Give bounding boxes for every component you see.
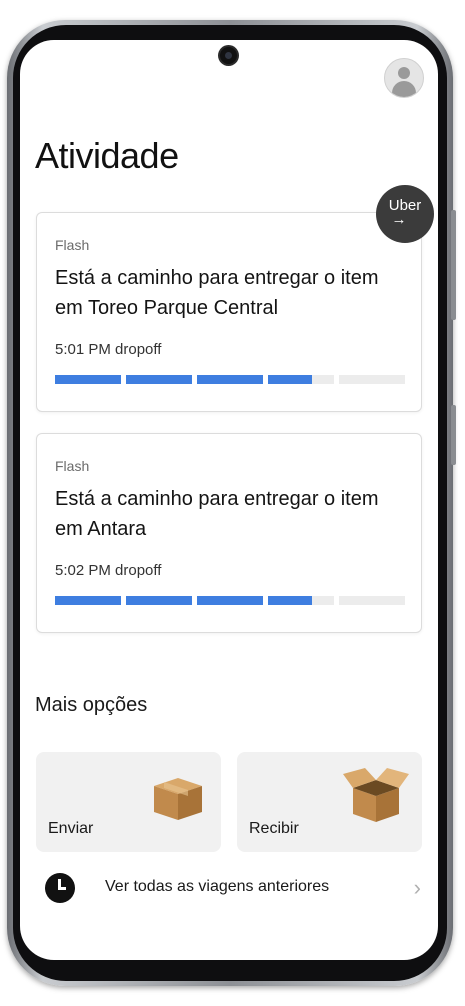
delivery-time: 5:02 PM dropoff <box>55 562 162 579</box>
delivery-message: Está a caminho para entregar o item em T… <box>55 267 379 319</box>
progress-segment-fill <box>197 375 263 384</box>
delivery-category: Flash <box>55 458 90 474</box>
progress-segment <box>55 375 121 384</box>
closed-box-icon <box>154 778 202 820</box>
front-camera <box>220 47 237 64</box>
progress-segment-fill <box>268 596 312 605</box>
progress-segment-fill <box>197 596 263 605</box>
past-trips-link[interactable]: Ver todas as viagens anteriores › <box>35 866 425 906</box>
progress-segment-fill <box>268 375 312 384</box>
app-screen: Atividade Uber → Flash Está a caminho pa… <box>20 40 438 960</box>
progress-segment <box>126 596 192 605</box>
clock-icon <box>45 873 75 903</box>
progress-segment <box>197 375 263 384</box>
delivery-card[interactable]: Flash Está a caminho para entregar o ite… <box>36 212 422 412</box>
delivery-progress-bar <box>55 375 405 384</box>
uber-app-badge[interactable]: Uber → <box>376 185 434 243</box>
progress-segment-fill <box>126 596 192 605</box>
send-tile[interactable]: Enviar <box>36 752 221 852</box>
delivery-progress-bar <box>55 596 405 605</box>
profile-avatar[interactable] <box>384 58 424 98</box>
avatar-body-icon <box>392 81 416 97</box>
progress-segment <box>339 596 405 605</box>
progress-segment-fill <box>55 375 121 384</box>
progress-segment <box>55 596 121 605</box>
progress-segment-fill <box>55 596 121 605</box>
chevron-right-icon: › <box>413 875 421 900</box>
receive-tile[interactable]: Recibir <box>237 752 422 852</box>
more-options-title: Mais opções <box>35 694 148 716</box>
progress-segment <box>126 375 192 384</box>
delivery-card[interactable]: Flash Está a caminho para entregar o ite… <box>36 433 422 633</box>
past-trips-label: Ver todas as viagens anteriores <box>105 878 330 895</box>
page-title: Atividade <box>35 135 179 176</box>
delivery-category: Flash <box>55 237 90 253</box>
progress-segment-fill <box>126 375 192 384</box>
progress-segment <box>268 596 334 605</box>
progress-segment <box>339 375 405 384</box>
avatar-head-icon <box>398 67 410 79</box>
progress-segment <box>197 596 263 605</box>
delivery-message: Está a caminho para entregar o item em A… <box>55 488 379 540</box>
volume-button <box>451 210 456 320</box>
power-button <box>451 405 456 465</box>
open-box-icon <box>343 768 409 822</box>
receive-tile-label: Recibir <box>249 820 299 837</box>
arrow-right-icon: → <box>391 211 407 228</box>
progress-segment <box>268 375 334 384</box>
send-tile-label: Enviar <box>48 820 94 837</box>
delivery-time: 5:01 PM dropoff <box>55 341 162 358</box>
